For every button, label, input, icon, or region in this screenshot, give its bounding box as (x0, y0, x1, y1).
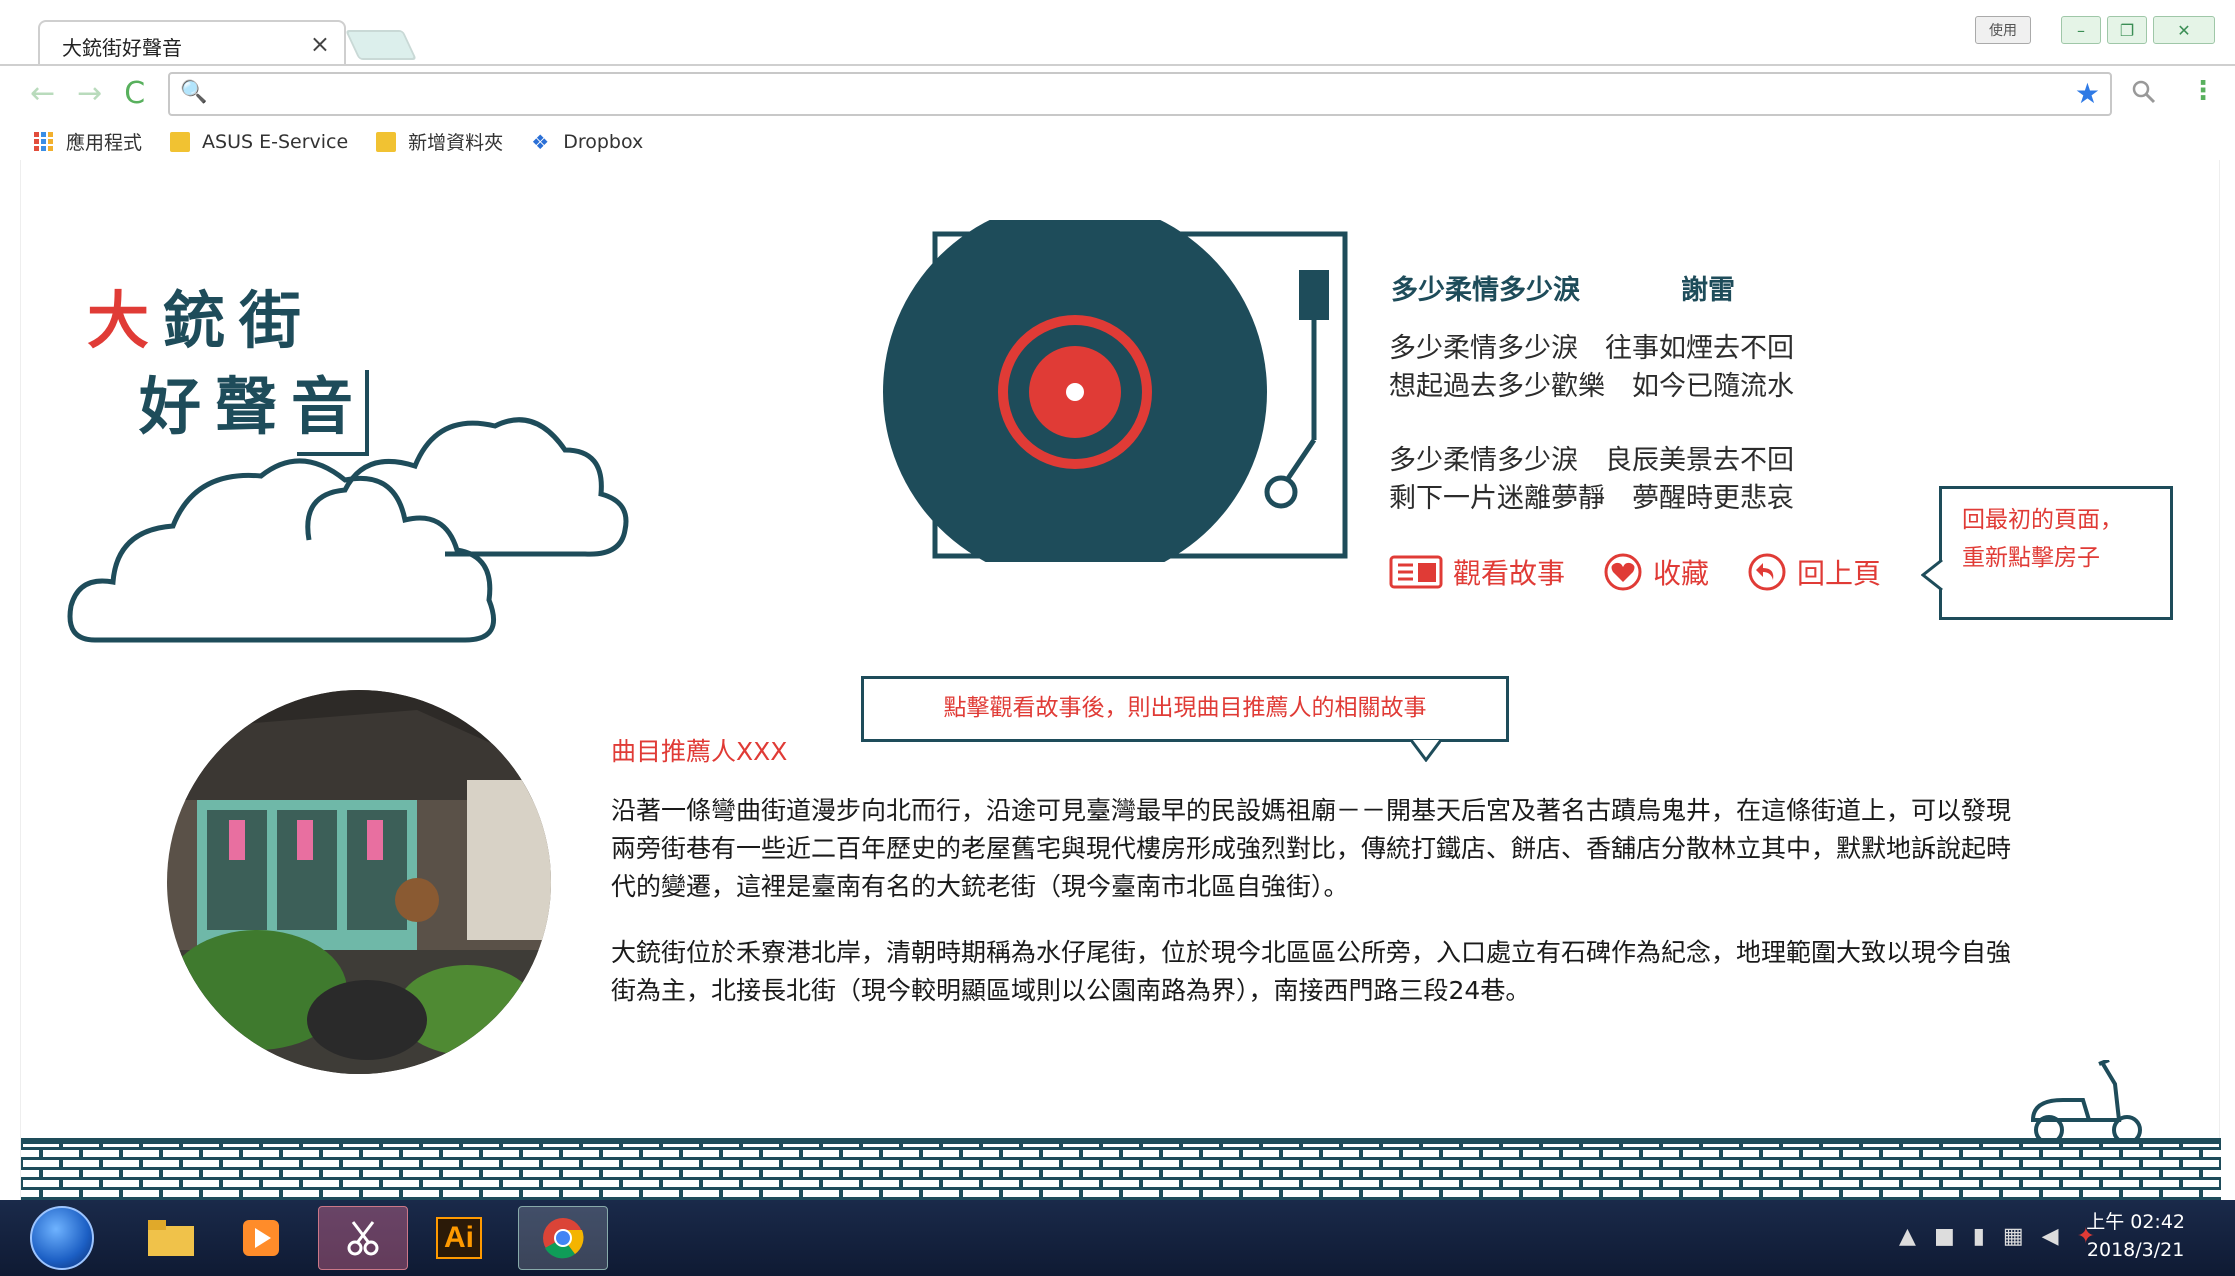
record-player-illustration (883, 220, 1348, 562)
snipping-tool-taskbar-button[interactable] (318, 1206, 408, 1270)
lyric-line: 多少柔情多少淚 良辰美景去不回 (1389, 445, 1794, 476)
tab-close-icon[interactable]: × (310, 30, 330, 58)
back-arrow-circle-icon (1748, 553, 1786, 591)
callout-pointer (1921, 560, 1943, 590)
close-window-button[interactable]: ✕ (2153, 16, 2215, 44)
favorite-button[interactable]: 收藏 (1603, 552, 1709, 592)
system-tray: ▲ ■ ▮ ▦ ◀ ✦ (1899, 1224, 2095, 1249)
extension-icon[interactable] (2130, 78, 2156, 110)
callout-restart-hint: 回最初的頁面， 重新點擊房子 (1939, 486, 2173, 620)
callout-story-hint: 點擊觀看故事後，則出現曲目推薦人的相關故事 (861, 676, 1509, 742)
apps-icon (34, 131, 54, 152)
back-page-label: 回上頁 (1797, 557, 1882, 590)
browser-chrome: 大銃街好聲音 × 使用 – ❐ ✕ ← → C 🔍 ★ ⋮ 應用程式 ASUS … (0, 0, 2235, 160)
lyrics-panel[interactable]: 多少柔情多少淚 往事如煙去不回 想起過去多少歡樂 如今已隨流水 多少柔情多少淚 … (1389, 330, 1909, 520)
start-button[interactable] (30, 1206, 94, 1270)
new-tab-button[interactable] (345, 30, 417, 60)
story-paragraph: 大銃街位於禾寮港北岸，清朝時期稱為水仔尾街，位於現今北區區公所旁，入口處立有石碑… (611, 938, 2012, 1005)
clock-time: 上午 02:42 (2086, 1211, 2185, 1233)
bookmark-label: ASUS E-Service (202, 130, 349, 153)
chrome-taskbar-button[interactable] (518, 1206, 608, 1270)
callout-text: 重新點擊房子 (1962, 545, 2100, 571)
bookmark-apps[interactable]: 應用程式 (34, 128, 142, 155)
illustrator-icon: Ai (436, 1217, 482, 1259)
battery-icon[interactable]: ▮ (1973, 1224, 1985, 1249)
system-clock[interactable]: 上午 02:42 2018/3/21 (2086, 1208, 2185, 1264)
lyric-line: 多少柔情多少淚 往事如煙去不回 (1389, 333, 1794, 364)
tray-app-icon[interactable]: ■ (1934, 1224, 1955, 1249)
chrome-icon (543, 1218, 584, 1259)
bookmark-dropbox[interactable]: ❖ Dropbox (531, 128, 643, 155)
logo-char: 大 (87, 284, 164, 357)
reload-icon[interactable]: C (124, 76, 145, 111)
explorer-taskbar-button[interactable] (126, 1206, 216, 1270)
logo-char: 銃 (163, 284, 240, 357)
brick-wall-border (21, 1138, 2221, 1200)
view-story-button[interactable]: 觀看故事 (1389, 552, 1565, 592)
bookmarks-bar: 應用程式 ASUS E-Service 新增資料夾 ❖ Dropbox (34, 128, 643, 155)
back-page-button[interactable]: 回上頁 (1747, 552, 1881, 592)
user-profile-button[interactable]: 使用 (1975, 16, 2031, 44)
song-title: 多少柔情多少淚 (1391, 275, 1580, 306)
logo-title-line1: 大銃街 (87, 270, 315, 360)
window-controls: 使用 – ❐ ✕ (1975, 16, 2215, 44)
story-icon (1389, 555, 1443, 589)
bookmark-label: Dropbox (563, 130, 644, 153)
bookmark-label: 應用程式 (66, 132, 143, 154)
callout-pointer (1411, 740, 1441, 762)
nav-buttons: ← → C (30, 76, 145, 111)
callout-text: 回最初的頁面， (1962, 507, 2123, 533)
media-player-taskbar-button[interactable] (216, 1206, 306, 1270)
folder-icon (148, 1220, 194, 1256)
scooter-icon (2030, 1060, 2142, 1145)
web-page: 大銃街 好聲音 多少柔情多少淚 謝雷 多少柔情多少淚 往事如煙去不回 想起過去多… (20, 160, 2221, 1200)
illustrator-taskbar-button[interactable]: Ai (414, 1206, 504, 1270)
view-story-label: 觀看故事 (1453, 557, 1566, 590)
bookmark-label: 新增資料夾 (408, 132, 504, 154)
back-arrow-icon[interactable]: ← (30, 76, 55, 111)
lyric-line: 想起過去多少歡樂 如今已隨流水 (1389, 371, 1794, 402)
action-bar: 觀看故事 收藏 回上頁 (1389, 552, 1881, 592)
tab-title: 大銃街好聲音 (62, 36, 182, 60)
minimize-button[interactable]: – (2061, 16, 2101, 44)
network-icon[interactable]: ▦ (2003, 1224, 2024, 1249)
browser-tab[interactable]: 大銃街好聲音 × (38, 20, 346, 66)
folder-icon (376, 131, 397, 152)
favorite-label: 收藏 (1653, 557, 1710, 590)
restore-button[interactable]: ❐ (2107, 16, 2147, 44)
story-paragraph: 沿著一條彎曲街道漫步向北而行，沿途可見臺灣最早的民設媽祖廟－－開基天后宮及著名古… (611, 796, 2012, 901)
address-bar[interactable]: 🔍 ★ (168, 72, 2112, 116)
cloud-illustration (67, 417, 629, 643)
dropbox-icon: ❖ (531, 129, 550, 154)
forward-arrow-icon[interactable]: → (77, 76, 102, 111)
search-icon: 🔍 (180, 80, 208, 105)
tray-expand-icon[interactable]: ▲ (1899, 1224, 1916, 1249)
bookmark-star-icon[interactable]: ★ (2075, 77, 2100, 110)
lyric-line: 剩下一片迷離夢靜 夢醒時更悲哀 (1389, 483, 1794, 514)
scissors-icon (347, 1221, 379, 1256)
bookmark-new-folder[interactable]: 新增資料夾 (376, 128, 503, 155)
folder-icon (170, 131, 191, 152)
tab-strip-divider (0, 64, 2235, 66)
heart-icon (1604, 553, 1642, 591)
browser-menu-icon[interactable]: ⋮ (2190, 76, 2216, 106)
logo-char: 街 (239, 284, 316, 357)
street-photo (167, 690, 551, 1074)
recommender-name: 曲目推薦人XXX (611, 737, 788, 766)
song-artist: 謝雷 (1681, 275, 1735, 306)
media-player-icon (243, 1220, 279, 1256)
story-text: 沿著一條彎曲街道漫步向北而行，沿途可見臺灣最早的民設媽祖廟－－開基天后宮及著名古… (611, 792, 2011, 1038)
bookmark-asus[interactable]: ASUS E-Service (170, 128, 348, 155)
windows-taskbar: Ai ▲ ■ ▮ ▦ ◀ ✦ 上午 02:42 2018/3/21 (0, 1200, 2235, 1276)
volume-icon[interactable]: ◀ (2042, 1224, 2059, 1249)
clock-date: 2018/3/21 (2086, 1239, 2185, 1261)
